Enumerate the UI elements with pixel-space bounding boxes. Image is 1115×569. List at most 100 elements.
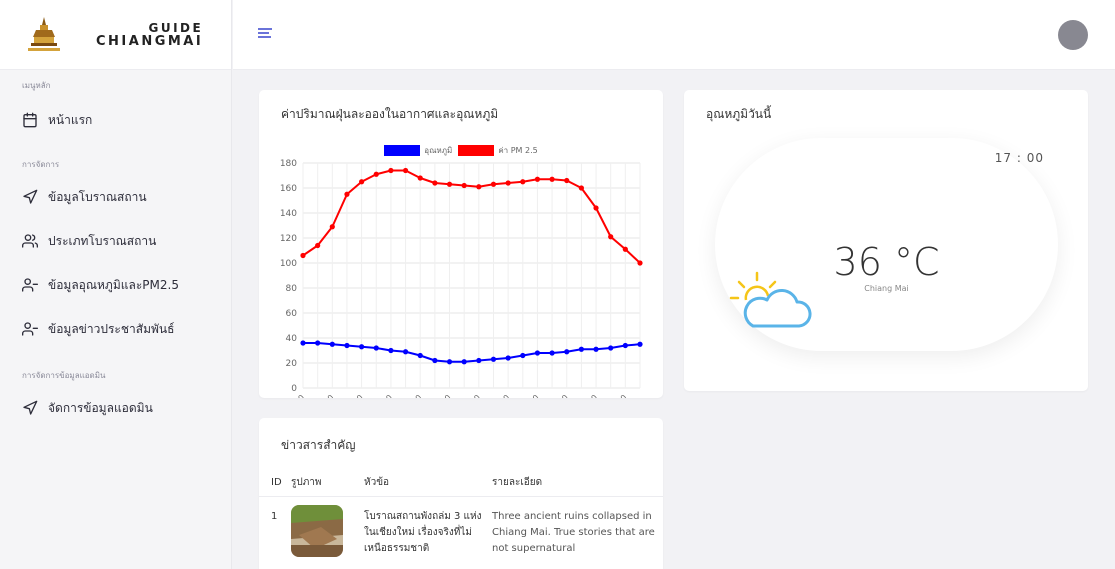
x-tick-label: 15:00 bbox=[313, 393, 336, 398]
temple-logo-icon bbox=[22, 15, 66, 55]
sidebar-item-admin[interactable]: จัดการข้อมูลแอดมิน bbox=[0, 396, 232, 420]
y-tick-label: 0 bbox=[291, 384, 297, 394]
weather-time: 17 : 00 bbox=[994, 151, 1044, 165]
section-label-main: เมนูหลัก bbox=[22, 81, 51, 90]
data-point bbox=[520, 179, 526, 185]
data-point bbox=[315, 340, 321, 346]
series-line-pm25 bbox=[302, 169, 641, 264]
data-point bbox=[432, 357, 438, 364]
data-point bbox=[490, 181, 497, 187]
data-point bbox=[549, 176, 555, 182]
data-point bbox=[534, 176, 541, 182]
data-point bbox=[505, 355, 511, 361]
sidebar: GUIDE CHIANGMAI เมนูหลัก หน้าแรก การจัดก… bbox=[0, 0, 232, 569]
user-minus-icon bbox=[22, 278, 38, 292]
cell-headline[interactable]: โบราณสถานพังถล่ม 3 แห่งในเชียงใหม่ เรื่อ… bbox=[364, 496, 492, 557]
section-label-manage: การจัดการ bbox=[22, 160, 60, 169]
col-header-image: รูปภาพ bbox=[291, 470, 364, 497]
news-card-title: ข่าวสารสำคัญ bbox=[281, 438, 356, 452]
data-point bbox=[402, 167, 409, 174]
sidebar-nav: เมนูหลัก หน้าแรก การจัดการ ข้อมูลโบราณสถ… bbox=[0, 79, 232, 420]
news-card: ข่าวสารสำคัญ ID รูปภาพ หัวข้อ รายละเอียด… bbox=[259, 418, 663, 569]
weather-card-title: อุณหภูมิวันนี้ bbox=[706, 107, 772, 121]
x-tick-label: 09:00 bbox=[401, 393, 424, 398]
chart-card-title: ค่าปริมาณฝุ่นละอองในอากาศและอุณหภูมิ bbox=[281, 107, 499, 121]
data-point bbox=[446, 359, 453, 365]
data-point bbox=[329, 224, 335, 230]
col-header-detail: รายละเอียด bbox=[492, 470, 663, 497]
data-point bbox=[593, 205, 599, 211]
sidebar-item-ruin-types[interactable]: ประเภทโบราณสถาน bbox=[0, 229, 232, 253]
data-point bbox=[622, 342, 628, 349]
section-label-admin: การจัดการข้อมูลแอดมิน bbox=[22, 371, 106, 380]
sidebar-item-news[interactable]: ข้อมูลข่าวประชาสัมพันธ์ bbox=[0, 317, 232, 341]
data-point bbox=[476, 184, 482, 190]
data-point bbox=[593, 346, 599, 352]
data-point bbox=[315, 242, 321, 249]
data-point bbox=[373, 345, 379, 351]
x-tick-label: 03:00 bbox=[489, 393, 512, 398]
hamburger-menu-icon[interactable] bbox=[258, 28, 272, 40]
y-tick-label: 180 bbox=[280, 159, 297, 169]
data-point bbox=[549, 350, 555, 356]
y-tick-label: 80 bbox=[286, 284, 298, 294]
x-tick-label: 13:00 bbox=[342, 393, 365, 398]
y-tick-label: 140 bbox=[280, 209, 297, 219]
data-point bbox=[520, 352, 526, 359]
col-header-id: ID bbox=[259, 470, 291, 497]
x-tick-label: 01:00 bbox=[518, 393, 541, 398]
data-point bbox=[461, 359, 467, 365]
y-tick-label: 120 bbox=[280, 234, 297, 244]
series-line-temperature bbox=[303, 342, 641, 363]
data-point bbox=[446, 181, 453, 187]
data-point bbox=[608, 234, 614, 240]
partly-cloudy-icon bbox=[729, 271, 812, 328]
table-header-row: ID รูปภาพ หัวข้อ รายละเอียด bbox=[259, 470, 663, 497]
data-point bbox=[490, 356, 497, 362]
news-table: ID รูปภาพ หัวข้อ รายละเอียด 1 โบราณสถานพ… bbox=[259, 470, 663, 557]
table-row[interactable]: 1 โบราณสถานพังถล่ม 3 แห่งในเชียงใหม่ เรื… bbox=[259, 496, 663, 557]
data-point bbox=[344, 342, 350, 349]
sidebar-item-ruins[interactable]: ข้อมูลโบราณสถาน bbox=[0, 185, 232, 209]
data-point bbox=[388, 167, 394, 174]
calendar-icon bbox=[23, 112, 37, 128]
brand[interactable]: GUIDE CHIANGMAI bbox=[0, 0, 231, 70]
sidebar-item-label: จัดการข้อมูลแอดมิน bbox=[48, 400, 153, 415]
x-tick-label: 23:00 bbox=[547, 393, 570, 398]
sidebar-item-temperature[interactable]: ข้อมูลอุณหภูมิและPM2.5 bbox=[0, 273, 232, 297]
data-point bbox=[417, 175, 423, 181]
brand-line-1: GUIDE bbox=[148, 20, 204, 35]
y-tick-label: 60 bbox=[286, 309, 298, 319]
sidebar-item-label: ประเภทโบราณสถาน bbox=[48, 233, 157, 248]
data-point bbox=[432, 180, 438, 186]
data-point bbox=[329, 341, 335, 347]
x-tick-label: 11:00 bbox=[372, 393, 395, 398]
sidebar-item-label: ข้อมูลอุณหภูมิและPM2.5 bbox=[48, 277, 179, 292]
sidebar-item-label: ข้อมูลโบราณสถาน bbox=[48, 189, 147, 204]
sidebar-item-label: หน้าแรก bbox=[48, 112, 93, 127]
avatar[interactable] bbox=[1058, 20, 1088, 50]
user-minus-icon bbox=[22, 322, 38, 336]
top-bar bbox=[233, 0, 1115, 70]
sidebar-item-home[interactable]: หน้าแรก bbox=[0, 108, 232, 132]
data-point bbox=[359, 344, 365, 350]
users-icon bbox=[22, 234, 38, 248]
data-point bbox=[505, 180, 511, 186]
brand-name: GUIDE CHIANGMAI bbox=[96, 21, 203, 49]
news-thumbnail[interactable] bbox=[291, 504, 343, 557]
x-tick-label: 05:00 bbox=[460, 393, 483, 398]
data-point bbox=[534, 350, 541, 356]
data-point bbox=[359, 179, 365, 185]
data-point bbox=[476, 357, 482, 364]
data-point bbox=[637, 260, 643, 266]
data-point bbox=[622, 246, 628, 252]
data-point bbox=[637, 341, 643, 347]
cell-detail: Three ancient ruins collapsed in Chiang … bbox=[492, 510, 655, 554]
data-point bbox=[402, 349, 409, 355]
y-tick-label: 40 bbox=[286, 334, 298, 344]
data-point bbox=[417, 352, 423, 359]
data-point bbox=[461, 182, 467, 189]
col-header-headline: หัวข้อ bbox=[364, 470, 492, 497]
send-icon bbox=[23, 189, 38, 204]
y-tick-label: 160 bbox=[280, 184, 297, 194]
